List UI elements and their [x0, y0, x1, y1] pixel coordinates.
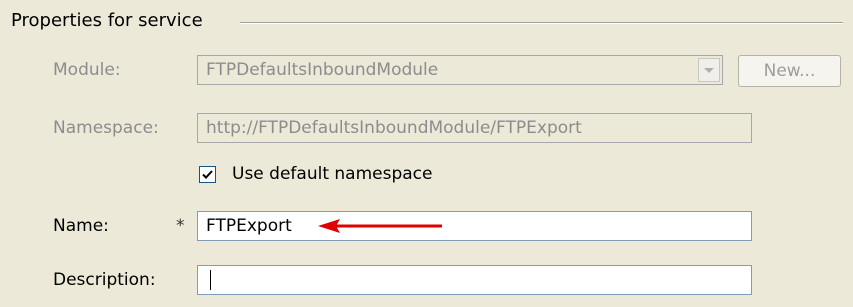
checkmark-icon	[202, 170, 213, 179]
red-arrow-icon	[318, 219, 442, 233]
name-value: FTPExport	[206, 216, 292, 236]
module-value: FTPDefaultsInboundModule	[206, 60, 439, 80]
module-label: Module:	[53, 60, 121, 80]
chevron-down-icon	[704, 67, 714, 73]
use-default-namespace-label[interactable]: Use default namespace	[232, 164, 432, 184]
module-combo[interactable]: FTPDefaultsInboundModule	[197, 55, 723, 85]
name-label: Name:	[53, 216, 109, 236]
namespace-label: Namespace:	[53, 118, 159, 138]
description-label: Description:	[53, 270, 156, 290]
name-field[interactable]: FTPExport	[197, 211, 752, 241]
text-caret	[210, 270, 211, 290]
use-default-namespace-checkbox[interactable]	[199, 166, 216, 183]
description-field[interactable]	[197, 265, 752, 295]
namespace-field[interactable]: http://FTPDefaultsInboundModule/FTPExpor…	[197, 113, 752, 143]
group-divider	[240, 22, 843, 24]
group-title: Properties for service	[11, 10, 203, 31]
required-marker: *	[176, 216, 185, 236]
namespace-value: http://FTPDefaultsInboundModule/FTPExpor…	[206, 118, 582, 138]
module-dropdown-button[interactable]	[698, 58, 720, 82]
new-module-button[interactable]: New...	[738, 55, 841, 87]
